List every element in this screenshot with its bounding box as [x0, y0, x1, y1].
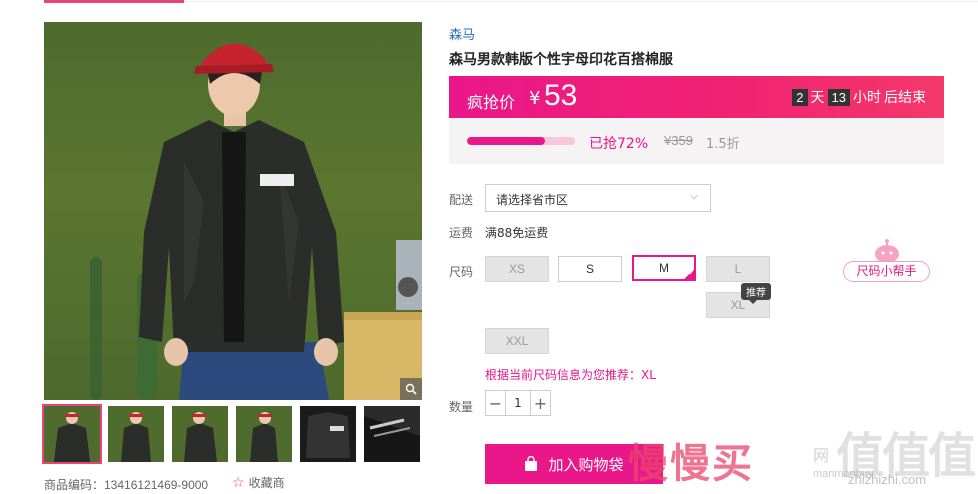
thumbnail-1[interactable]: [42, 404, 102, 464]
zoom-icon: [405, 383, 417, 395]
sales-progress: 已抢72% ¥359 1.5折: [449, 118, 944, 164]
thumbnail-6[interactable]: [364, 406, 420, 462]
brand-link[interactable]: 森马: [449, 24, 475, 43]
check-icon: [682, 262, 696, 284]
quantity-decrease-button[interactable]: −: [485, 390, 506, 416]
size-label: 尺码: [449, 265, 474, 279]
watermark-big: 值值值: [836, 428, 976, 484]
original-price: ¥359: [664, 133, 693, 148]
quantity-stepper: − 1 +: [485, 390, 551, 416]
thumbnail-strip: [42, 404, 420, 464]
add-to-cart-button[interactable]: 加入购物袋: [485, 444, 663, 484]
size-option-xxl[interactable]: XXL: [485, 328, 549, 354]
size-option-label: XXL: [505, 334, 529, 348]
chevron-down-icon: ⌵: [690, 191, 698, 202]
shipping-label: 运费: [449, 226, 474, 240]
countdown: 2 天 13 小时 后结束: [792, 87, 926, 107]
size-helper-button[interactable]: 尺码小帮手: [843, 261, 930, 282]
product-title: 森马男款韩版个性宇母印花百搭棉服: [449, 52, 673, 68]
countdown-days-unit: 天: [810, 90, 825, 106]
thumbnail-5[interactable]: [300, 406, 356, 462]
discount-rate: 1.5折: [706, 137, 740, 152]
progress-bar: [467, 137, 575, 145]
price-banner: 疯抢价 ¥ 53 2 天 13 小时 后结束: [449, 76, 944, 118]
size-option-label: S: [585, 262, 594, 276]
countdown-suffix: 后结束: [884, 90, 926, 106]
watermark-site: 网: [813, 446, 830, 465]
delivery-label: 配送: [449, 193, 474, 207]
thumbnail-3[interactable]: [172, 406, 228, 462]
size-recommendation: 根据当前尺码信息为您推荐：XL: [485, 368, 656, 382]
item-code: 商品编码：13416121469-9000: [44, 478, 209, 492]
region-select-value: 请选择省市区: [496, 193, 569, 207]
countdown-days: 2: [792, 88, 808, 106]
quantity-input[interactable]: 1: [506, 390, 530, 416]
thumbnail-4[interactable]: [236, 406, 292, 462]
main-product-image[interactable]: [44, 22, 422, 400]
quantity-label: 数量: [449, 400, 474, 414]
countdown-hours-unit: 小时: [853, 90, 881, 106]
price-currency: ¥: [529, 88, 541, 109]
watermark-domain-2: zhizhizhi.com: [848, 472, 927, 487]
watermark: 慢慢买 网 manmanbuy 值值值 zhizhizhi.com: [628, 416, 978, 494]
size-option-label: XS: [508, 262, 525, 276]
size-option-label: L: [734, 262, 742, 276]
size-option-xs[interactable]: XS: [485, 256, 549, 282]
zoom-button[interactable]: [400, 378, 422, 400]
star-icon: ☆: [232, 474, 245, 491]
tab-active-indicator: [44, 0, 184, 3]
quantity-increase-button[interactable]: +: [530, 390, 551, 416]
countdown-hours: 13: [827, 88, 850, 106]
sold-percent: 已抢72%: [589, 136, 649, 152]
top-divider: [184, 1, 978, 2]
size-option-l[interactable]: L: [706, 256, 770, 282]
progress-fill: [467, 137, 545, 145]
favorite-label: 收藏商: [248, 476, 285, 490]
region-select[interactable]: 请选择省市区 ⌵: [485, 184, 711, 212]
bag-icon: [525, 456, 538, 471]
size-option-s[interactable]: S: [558, 256, 622, 282]
price-value: 53: [544, 79, 578, 112]
size-option-label: XL: [730, 298, 746, 312]
size-option-label: M: [659, 261, 669, 275]
recommend-badge: 推荐: [741, 283, 771, 304]
watermark-domain-1: manmanbuy: [813, 468, 874, 480]
price-label: 疯抢价: [467, 93, 516, 112]
product-photo: [90, 43, 422, 400]
size-option-m[interactable]: M: [632, 255, 696, 284]
favorite-button[interactable]: ☆ 收藏商: [232, 474, 285, 491]
shipping-info: 满88免运费: [485, 226, 549, 240]
thumbnail-2[interactable]: [108, 406, 164, 462]
mascot-icon: [875, 239, 899, 263]
add-to-cart-label: 加入购物袋: [548, 455, 624, 474]
